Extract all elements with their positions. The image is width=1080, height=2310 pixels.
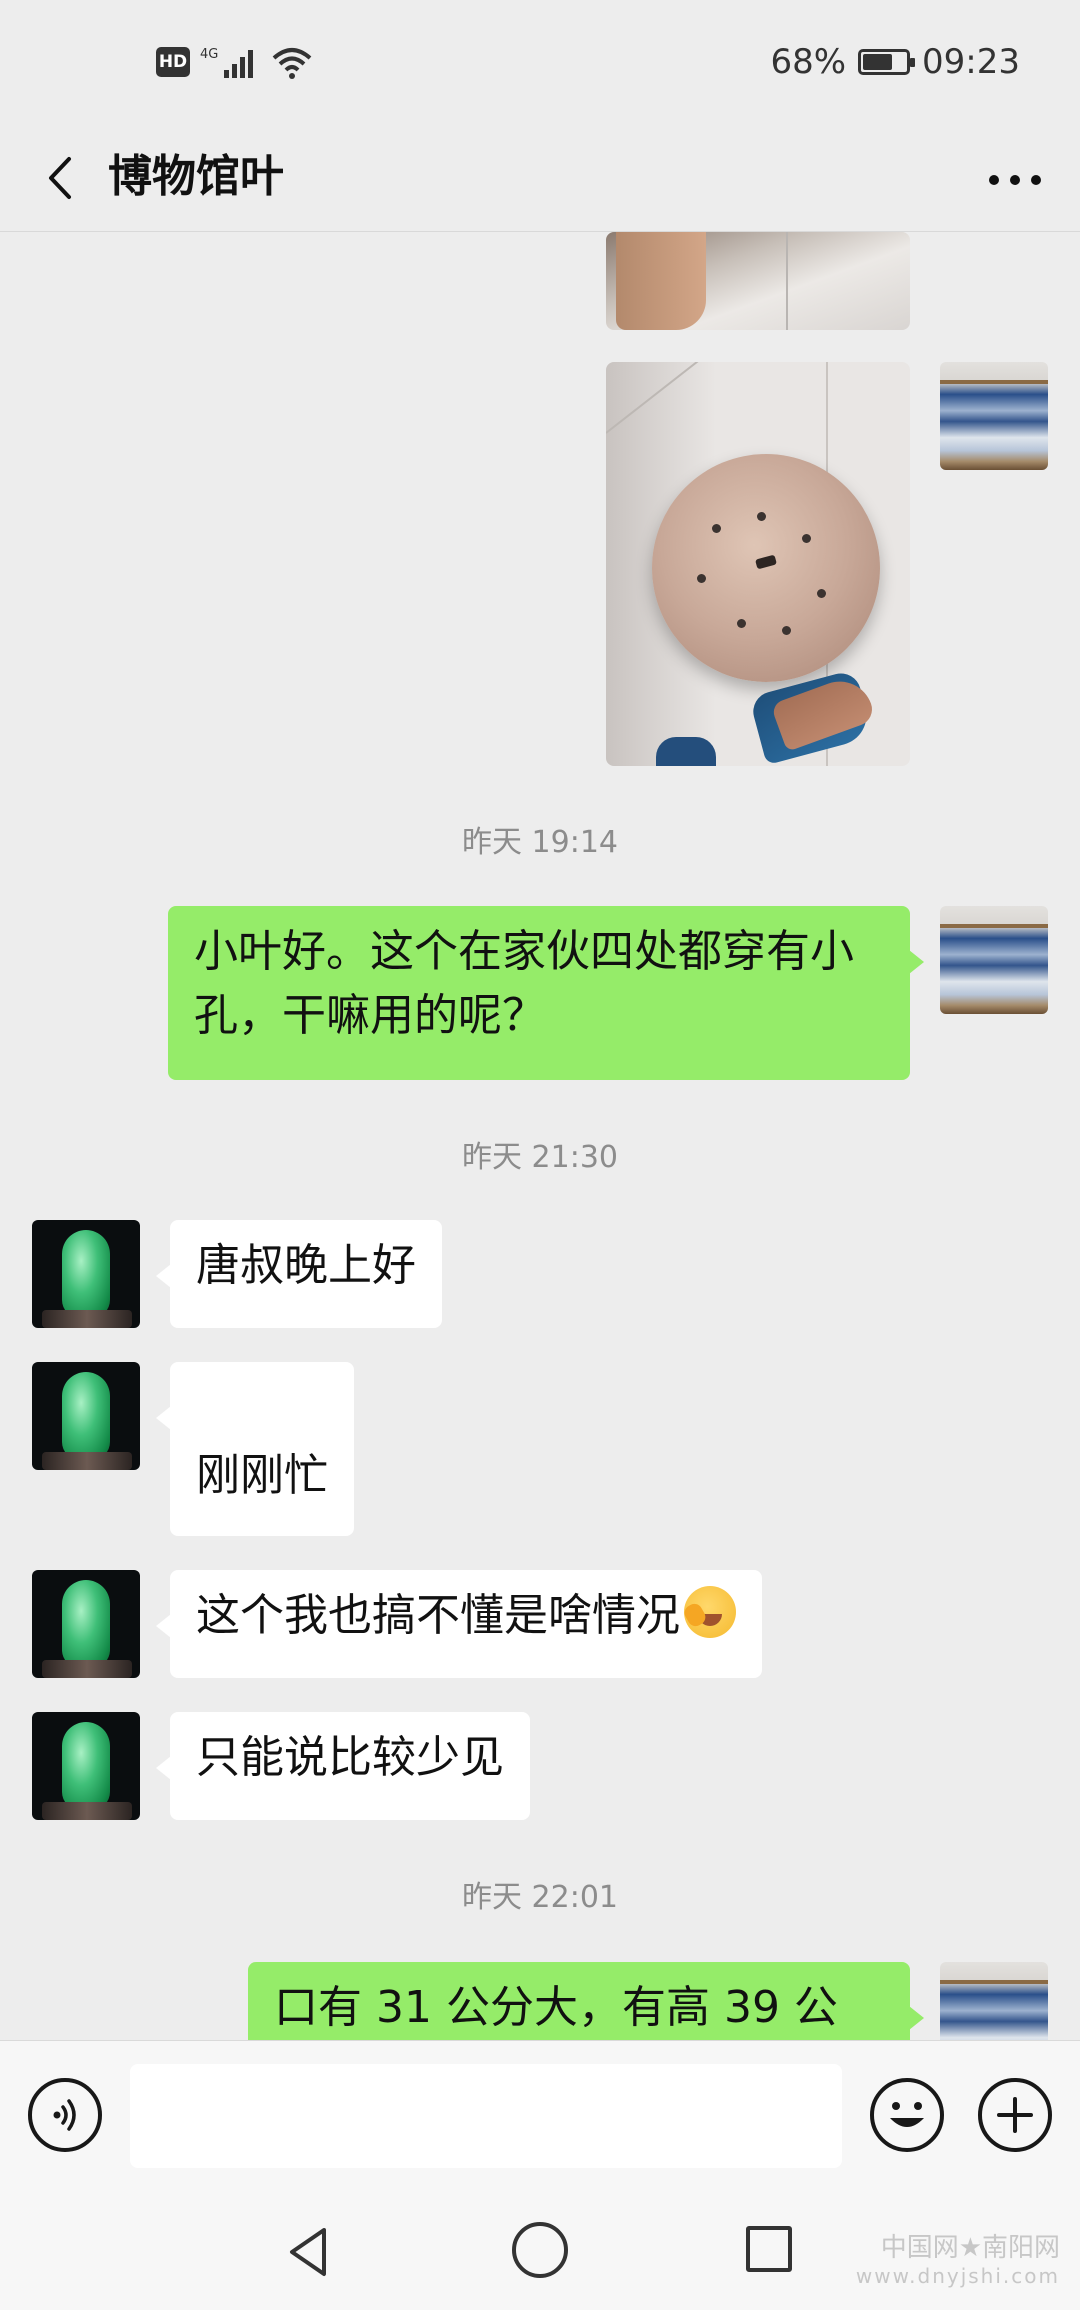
- plus-icon: [997, 2097, 1033, 2133]
- back-button[interactable]: [26, 143, 96, 213]
- stone-disc: [652, 454, 880, 682]
- system-nav-bar: 中国网★南阳网 www.dnyjshi.com: [0, 2190, 1080, 2310]
- battery-icon: [858, 49, 916, 75]
- nav-home-circle-icon[interactable]: [512, 2222, 568, 2278]
- more-button[interactable]: [980, 145, 1050, 215]
- status-bar: HD 4G 68% 09:23: [0, 0, 1080, 125]
- timestamp: 昨天 19:14: [462, 825, 618, 860]
- chat-header: 博物馆叶: [0, 125, 1080, 232]
- contact-avatar[interactable]: [32, 1220, 140, 1328]
- plus-button[interactable]: [978, 2078, 1052, 2152]
- my-message-bubble[interactable]: 小叶好。这个在家伙四处都穿有小孔，干嘛用的呢？: [168, 906, 924, 1080]
- message-text: 这个我也搞不懂是啥情况: [196, 1590, 680, 1641]
- battery-percent: 68%: [770, 42, 847, 82]
- signal-icon: 4G: [200, 47, 253, 78]
- status-left: HD 4G: [156, 42, 314, 82]
- hd-badge: HD: [156, 47, 190, 77]
- watermark-line2: www.dnyjshi.com: [855, 2264, 1060, 2288]
- voice-button[interactable]: [28, 2078, 102, 2152]
- contact-avatar[interactable]: [32, 1362, 140, 1470]
- clock: 09:23: [922, 42, 1020, 82]
- watermark-line1: 中国网★南阳网: [880, 2232, 1060, 2263]
- image-message-stone[interactable]: [606, 362, 910, 766]
- message-list[interactable]: 昨天 19:14 小叶好。这个在家伙四处都穿有小孔，干嘛用的呢？ 昨天 21:3…: [0, 232, 1080, 2040]
- my-avatar[interactable]: [940, 362, 1048, 470]
- chat-title: 博物馆叶: [108, 151, 284, 202]
- timestamp: 昨天 21:30: [462, 1140, 618, 1175]
- voice-icon: [53, 2099, 76, 2131]
- my-avatar[interactable]: [940, 906, 1048, 1014]
- svg-text:4G: 4G: [200, 47, 218, 62]
- nav-back-triangle-icon[interactable]: [280, 2222, 340, 2282]
- contact-message-bubble[interactable]: 刚刚忙: [156, 1362, 354, 1536]
- timestamp: 昨天 22:01: [462, 1880, 618, 1915]
- wifi-icon: [272, 48, 312, 79]
- battery-fill: [863, 54, 893, 70]
- status-right: 68% 09:23: [770, 40, 1020, 84]
- message-input[interactable]: [130, 2064, 842, 2168]
- input-bar: [0, 2040, 1080, 2190]
- chevron-left-icon: [49, 157, 71, 199]
- more-dots-icon: [989, 175, 1041, 185]
- image-message-partial[interactable]: [606, 232, 910, 330]
- contact-avatar[interactable]: [32, 1712, 140, 1820]
- contact-message-bubble[interactable]: 唐叔晚上好: [156, 1220, 442, 1328]
- photo-detail: [616, 232, 706, 330]
- my-avatar[interactable]: [940, 1962, 1048, 2040]
- emoji-button[interactable]: [870, 2078, 944, 2152]
- contact-avatar[interactable]: [32, 1570, 140, 1678]
- watermark: 中国网★南阳网 www.dnyjshi.com: [856, 2233, 1060, 2288]
- nav-recent-square-icon[interactable]: [746, 2226, 792, 2272]
- contact-message-bubble[interactable]: 只能说比较少见: [156, 1712, 530, 1820]
- my-message-bubble[interactable]: 口有 31 公分大，有高 39 公分。: [248, 1962, 924, 2040]
- contact-message-bubble[interactable]: 这个我也搞不懂是啥情况: [156, 1570, 762, 1678]
- emoji-icon: [890, 2102, 924, 2127]
- facepalm-laughing-emoji: [684, 1586, 736, 1638]
